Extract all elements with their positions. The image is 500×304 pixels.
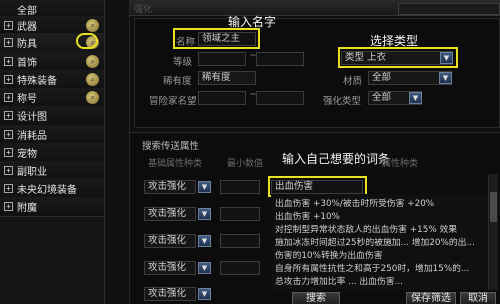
sidebar-divider xyxy=(105,0,130,304)
attribute-type-select[interactable]: 攻击强化 xyxy=(144,261,196,275)
option-list-item[interactable]: 施加冰冻时间超过25秒的被施加... 增加20%的出... xyxy=(275,235,475,248)
expand-plus-icon[interactable]: + xyxy=(4,184,13,193)
sidebar-item-label: 特殊装备 xyxy=(17,76,57,87)
cancel-button[interactable]: 取消 xyxy=(460,292,496,304)
sidebar-item-label: 宠物 xyxy=(17,149,37,160)
level-max-input[interactable] xyxy=(256,52,304,66)
sidebar-item-label: 副职业 xyxy=(17,167,47,178)
min-value-input[interactable] xyxy=(220,207,260,221)
highlight-type xyxy=(338,47,458,68)
upgrade-dropdown-arrow-icon[interactable]: ▼ xyxy=(409,92,422,104)
sidebar-item-accessory[interactable]: + 首饰 ⌕ xyxy=(0,52,104,72)
sidebar-item-label: 武器 xyxy=(17,22,37,33)
level-label: 等级 xyxy=(173,57,193,68)
expand-plus-icon[interactable]: + xyxy=(4,93,13,102)
fame-min-input[interactable] xyxy=(198,91,246,105)
sidebar-item-enchant[interactable]: + 附魔 xyxy=(0,197,104,217)
column-header-min: 最小数值 xyxy=(227,159,264,169)
attribute-dropdown-arrow-icon[interactable]: ▼ xyxy=(198,262,211,274)
sidebar-item-label: 称号 xyxy=(17,94,37,105)
option-list-item[interactable]: 出血伤害 +10% xyxy=(275,209,340,222)
annotation-input-desired: 输入自己想要的词条 xyxy=(282,152,391,166)
search-button[interactable]: 搜索 xyxy=(292,292,340,304)
search-icon[interactable]: ⌕ xyxy=(86,73,99,86)
sidebar-item-pet[interactable]: + 宠物 xyxy=(0,143,104,163)
sidebar-item-title[interactable]: + 称号 ⌕ xyxy=(0,88,104,108)
attribute-type-select[interactable]: 攻击强化 xyxy=(144,207,196,221)
expand-plus-icon[interactable]: + xyxy=(4,166,13,175)
attribute-dropdown-arrow-icon[interactable]: ▼ xyxy=(198,235,211,247)
save-filter-button[interactable]: 保存筛选 xyxy=(406,292,456,304)
search-icon[interactable]: ⌕ xyxy=(86,55,99,68)
option-list-item[interactable]: 伤害的10%转换为出血伤害 xyxy=(275,248,383,261)
expand-plus-icon[interactable]: + xyxy=(4,202,13,211)
highlight-name xyxy=(173,28,260,49)
option-list-scrollbar[interactable] xyxy=(488,174,498,290)
sidebar-item-label: 设计图 xyxy=(17,112,47,123)
expand-plus-icon[interactable]: + xyxy=(4,21,13,30)
expand-plus-icon[interactable]: + xyxy=(4,57,13,66)
sidebar-item-sub-profession[interactable]: + 副职业 xyxy=(0,161,104,181)
min-value-input[interactable] xyxy=(220,234,260,248)
attribute-dropdown-arrow-icon[interactable]: ▼ xyxy=(198,181,211,193)
material-dropdown-arrow-icon[interactable]: ▼ xyxy=(439,72,452,84)
sidebar-item-label: 未央幻境装备 xyxy=(17,185,77,196)
sidebar-item-label: 全部 xyxy=(17,6,37,17)
attribute-type-select[interactable]: 攻击强化 xyxy=(144,287,196,301)
option-list-item[interactable]: 总攻击力增加比率 ... 出血伤害... xyxy=(275,274,403,287)
option-list-item[interactable]: 对控制型异常状态敌人的出血伤害 +15% 效果 xyxy=(275,222,457,235)
attribute-type-select[interactable]: 攻击强化 xyxy=(144,180,196,194)
section-title: 搜索传送属性 xyxy=(142,141,200,152)
fame-max-input[interactable] xyxy=(256,91,304,105)
sidebar-item-special-equipment[interactable]: + 特殊装备 ⌕ xyxy=(0,70,104,90)
sidebar-item-label: 首饰 xyxy=(17,58,37,69)
column-header-attr: 属性种类 xyxy=(382,159,419,169)
top-search-input[interactable] xyxy=(398,3,500,15)
scrollbar-thumb[interactable] xyxy=(490,192,497,222)
option-dropdown-list: 出血伤害 +30%/被击时所受伤害 +20% 出血伤害 +10% 对控制型异常状… xyxy=(271,194,496,290)
sidebar-item-label: 附魔 xyxy=(17,203,37,214)
material-label: 材质 xyxy=(343,76,363,87)
expand-plus-icon[interactable]: + xyxy=(4,130,13,139)
level-min-input[interactable] xyxy=(198,52,246,66)
upgrade-type-label: 强化类型 xyxy=(323,96,362,107)
attribute-type-select[interactable]: 攻击强化 xyxy=(144,234,196,248)
option-list-item[interactable]: 出血伤害 +30%/被击时所受伤害 +20% xyxy=(275,196,434,209)
sidebar-item-weiyang-equipment[interactable]: + 未央幻境装备 xyxy=(0,179,104,199)
column-header-basic: 基础属性种类 xyxy=(148,159,203,169)
expand-plus-icon[interactable]: + xyxy=(4,75,13,84)
tab-bar: 强化 xyxy=(130,0,500,16)
annotation-input-name: 输入名字 xyxy=(228,15,277,29)
search-icon[interactable]: ⌕ xyxy=(86,19,99,32)
rarity-label: 稀有度 xyxy=(163,76,192,87)
option-list-item[interactable]: 自身所有属性抗性之和高于250时，增加15%的... xyxy=(275,261,469,274)
attribute-dropdown-arrow-icon[interactable]: ▼ xyxy=(198,288,211,300)
highlight-armor-search xyxy=(76,33,98,49)
min-value-input[interactable] xyxy=(220,180,260,194)
attribute-dropdown-arrow-icon[interactable]: ▼ xyxy=(198,208,211,220)
adventurer-fame-label: 冒险家名望 xyxy=(149,96,197,107)
sidebar-item-label: 消耗品 xyxy=(17,131,47,142)
sidebar-item-blueprint[interactable]: + 设计图 xyxy=(0,106,104,126)
min-value-input[interactable] xyxy=(220,261,260,275)
sidebar-item-consumable[interactable]: + 消耗品 xyxy=(0,125,104,145)
tab-upgrade[interactable]: 强化 xyxy=(134,2,152,15)
expand-plus-icon[interactable]: + xyxy=(4,38,13,47)
search-icon[interactable]: ⌕ xyxy=(86,91,99,104)
category-sidebar: 全部 + 武器 ⌕ + 防具 ⌕ + 首饰 ⌕ + 特殊装备 ⌕ + 称号 ⌕ … xyxy=(0,0,105,304)
expand-plus-icon[interactable]: + xyxy=(4,148,13,157)
search-panel: 强化 名称 领域之主 输入名字 等级 ~ 稀有度 稀有度 冒险家名望 ~ 选择类… xyxy=(130,0,500,304)
expand-plus-icon[interactable]: + xyxy=(4,111,13,120)
rarity-select[interactable]: 稀有度 xyxy=(198,71,256,85)
